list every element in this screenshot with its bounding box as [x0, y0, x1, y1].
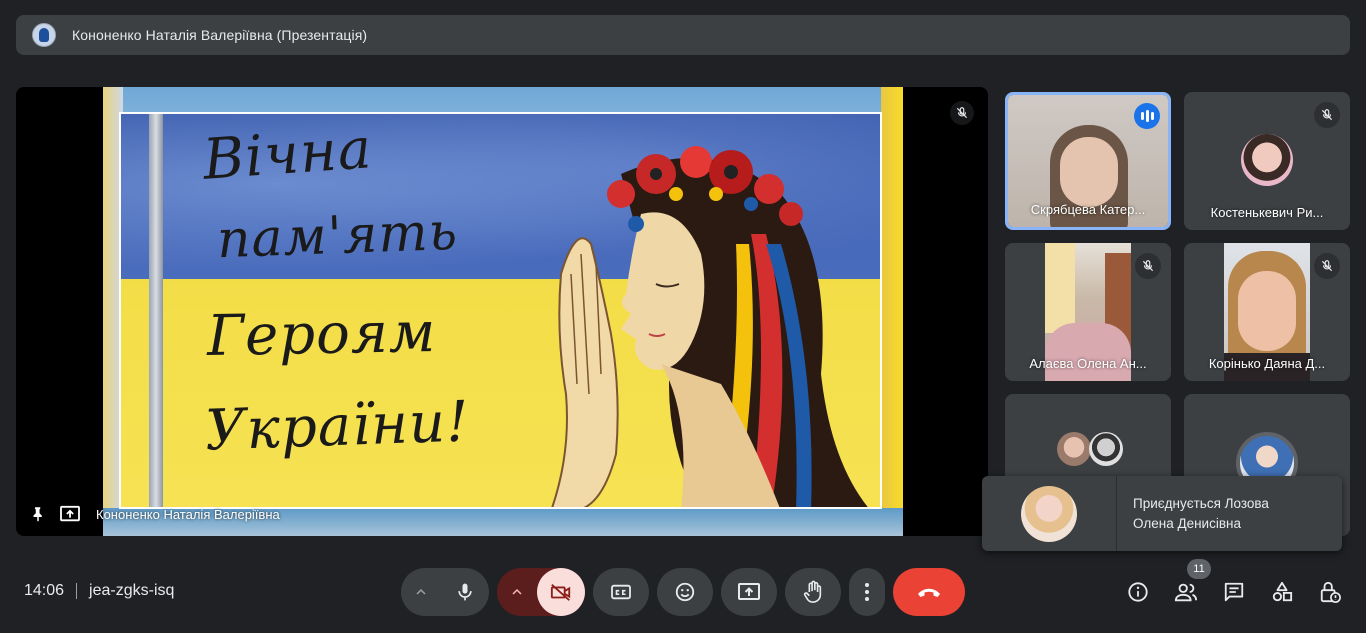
- meeting-info-button[interactable]: [1122, 576, 1154, 608]
- chat-button[interactable]: [1218, 576, 1250, 608]
- mic-control-group: [401, 568, 489, 616]
- stage-mic-off-icon: [950, 101, 974, 125]
- slide-line-2: пам'ять: [216, 201, 459, 271]
- participant-tile-2[interactable]: Костенькевич Ри...: [1184, 92, 1350, 230]
- participant-tile-1[interactable]: Скрябцева Катер...: [1005, 92, 1171, 230]
- captions-icon: [611, 584, 631, 600]
- camera-off-icon: [550, 583, 571, 601]
- mic-off-icon: [1314, 102, 1340, 128]
- participant-avatar: [1241, 134, 1293, 186]
- video-options-button[interactable]: [497, 568, 537, 616]
- activities-button[interactable]: [1266, 576, 1298, 608]
- activities-icon: [1272, 581, 1293, 602]
- end-call-icon: [918, 588, 940, 597]
- raise-hand-icon: [803, 580, 822, 603]
- emoji-button[interactable]: [657, 568, 713, 616]
- clock-time: 14:06: [24, 582, 65, 599]
- present-now-button[interactable]: [721, 568, 777, 616]
- slide-image: Вічна пам'ять Героям України!: [103, 87, 903, 536]
- presentation-stage[interactable]: Вічна пам'ять Героям України! Кононенко …: [16, 87, 988, 536]
- joining-user-avatar: [1021, 485, 1077, 542]
- host-controls-button[interactable]: [1314, 576, 1346, 608]
- captions-button[interactable]: [593, 568, 649, 616]
- pin-icon[interactable]: [26, 502, 50, 526]
- presenter-bar: Кононенко Наталія Валеріївна (Презентаці…: [16, 15, 1350, 55]
- more-options-button[interactable]: [849, 568, 885, 616]
- participant-name: Скрябцева Катер...: [1030, 202, 1146, 217]
- mic-off-icon: [1314, 253, 1340, 279]
- present-now-icon: [738, 583, 760, 600]
- mic-icon: [458, 583, 472, 601]
- emoji-icon: [675, 582, 695, 602]
- notification-line-2: Олена Денисівна: [1133, 516, 1241, 531]
- slide-line-1: Вічна: [200, 116, 375, 193]
- chat-icon: [1224, 582, 1244, 602]
- meeting-info: 14:06 jea-zgks-isq: [24, 582, 174, 600]
- notification-line-1: Приєднується Лозова: [1133, 496, 1269, 511]
- slide-line-3: Героям: [206, 300, 437, 369]
- presenter-title: Кононенко Наталія Валеріївна (Презентаці…: [72, 27, 368, 43]
- divider: [76, 583, 78, 599]
- present-icon[interactable]: [58, 502, 82, 526]
- participant-name: Алаєва Олена Ан...: [1029, 356, 1147, 371]
- speaking-indicator-icon: [1134, 103, 1160, 129]
- people-icon: [1174, 583, 1198, 602]
- audio-options-button[interactable]: [401, 568, 441, 616]
- join-notification[interactable]: Приєднується Лозова Олена Денисівна: [982, 476, 1342, 551]
- participant-tile-4[interactable]: Корінько Даяна Д...: [1184, 243, 1350, 381]
- slide-line-4: України!: [203, 389, 471, 464]
- people-button[interactable]: [1170, 576, 1202, 608]
- mic-button[interactable]: [441, 568, 489, 616]
- raise-hand-button[interactable]: [785, 568, 841, 616]
- end-call-button[interactable]: [893, 568, 965, 616]
- mic-off-icon: [1135, 253, 1161, 279]
- meeting-code: jea-zgks-isq: [89, 582, 175, 599]
- praying-girl-illustration: [551, 146, 868, 507]
- slide-frame: Вічна пам'ять Героям України!: [119, 112, 882, 509]
- more-icon: [865, 583, 869, 601]
- info-icon: [1128, 582, 1148, 602]
- participant-tile-3[interactable]: Алаєва Олена Ан...: [1005, 243, 1171, 381]
- camera-control-group: [497, 568, 585, 616]
- camera-button[interactable]: [537, 568, 585, 616]
- participant-avatar: [1089, 432, 1123, 466]
- participant-name: Костенькевич Ри...: [1210, 205, 1324, 220]
- participant-name: Корінько Даяна Д...: [1208, 356, 1326, 371]
- host-controls-icon: [1320, 581, 1341, 603]
- stage-presenter-name: Кононенко Наталія Валеріївна: [96, 506, 280, 522]
- participant-avatar: [1057, 432, 1091, 466]
- presenter-avatar: [32, 23, 56, 47]
